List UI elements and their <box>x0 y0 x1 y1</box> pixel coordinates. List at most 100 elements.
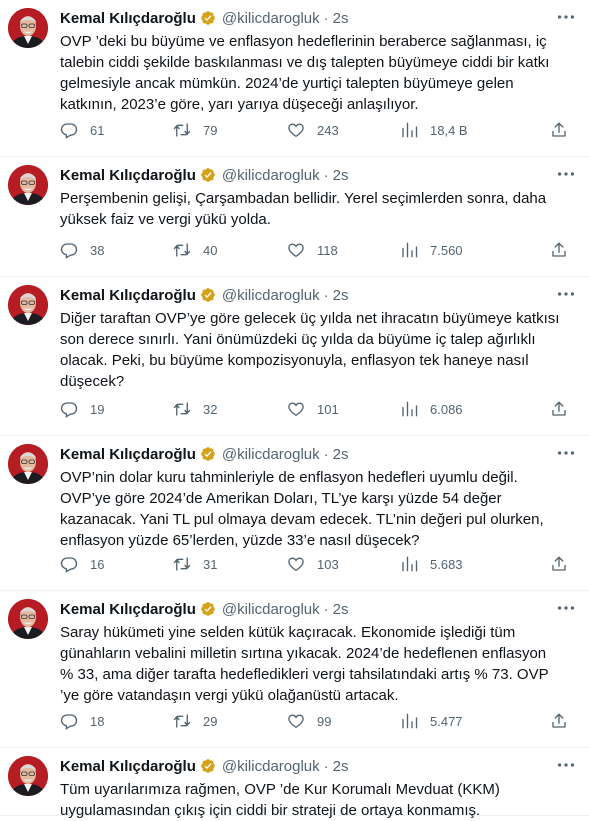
views-button[interactable]: 18,4 B <box>400 120 468 140</box>
reply-button[interactable]: 61 <box>60 120 104 140</box>
like-button[interactable]: 101 <box>287 399 339 419</box>
tweet-header: Kemal Kılıçdaroğlu @kilicdarogluk · 2s <box>60 444 348 464</box>
separator-dot: · <box>323 445 329 463</box>
retweet-icon <box>173 402 191 416</box>
separator-dot: · <box>323 9 329 27</box>
separator-dot: · <box>323 166 329 184</box>
views-button[interactable]: 5.683 <box>400 554 463 574</box>
share-icon[interactable] <box>550 554 568 574</box>
views-count: 5.477 <box>430 713 463 729</box>
separator-dot: · <box>323 757 329 775</box>
more-options-icon[interactable] <box>555 163 577 185</box>
author-handle[interactable]: @kilicdarogluk <box>222 287 320 304</box>
retweet-icon <box>173 243 191 257</box>
views-icon <box>402 556 418 572</box>
reply-icon <box>60 243 78 259</box>
retweet-button[interactable]: 31 <box>173 554 217 574</box>
more-options-icon[interactable] <box>555 754 577 776</box>
retweet-button[interactable]: 79 <box>173 120 217 140</box>
tweet-actions: 38 40 118 7.560 <box>60 240 575 260</box>
tweet-time[interactable]: 2s <box>333 446 349 463</box>
tweet-actions: 18 29 99 5.477 <box>60 711 575 731</box>
views-button[interactable]: 7.560 <box>400 240 463 260</box>
avatar[interactable] <box>8 599 48 639</box>
reply-count: 38 <box>90 242 105 258</box>
tweet-time[interactable]: 2s <box>333 167 349 184</box>
more-options-icon[interactable] <box>555 283 577 305</box>
reply-button[interactable]: 38 <box>60 240 104 260</box>
author-handle[interactable]: @kilicdarogluk <box>222 167 320 184</box>
retweet-icon <box>173 123 191 137</box>
share-icon[interactable] <box>550 711 568 731</box>
author-name[interactable]: Kemal Kılıçdaroğlu <box>60 167 196 184</box>
tweet-actions: 61 79 243 18,4 B <box>60 120 575 140</box>
author-handle[interactable]: @kilicdarogluk <box>222 10 320 27</box>
more-options-icon[interactable] <box>555 6 577 28</box>
author-name[interactable]: Kemal Kılıçdaroğlu <box>60 601 196 618</box>
like-count: 243 <box>317 122 339 138</box>
retweet-count: 79 <box>203 122 218 138</box>
retweet-count: 40 <box>203 242 218 258</box>
like-button[interactable]: 99 <box>287 711 331 731</box>
separator-dot: · <box>323 600 329 618</box>
author-name[interactable]: Kemal Kılıçdaroğlu <box>60 10 196 27</box>
reply-button[interactable]: 16 <box>60 554 104 574</box>
author-handle[interactable]: @kilicdarogluk <box>222 601 320 618</box>
avatar[interactable] <box>8 285 48 325</box>
retweet-button[interactable]: 40 <box>173 240 217 260</box>
share-icon[interactable] <box>550 240 568 260</box>
author-name[interactable]: Kemal Kılıçdaroğlu <box>60 446 196 463</box>
views-count: 7.560 <box>430 242 463 258</box>
like-count: 103 <box>317 556 339 572</box>
tweet-time[interactable]: 2s <box>333 10 349 27</box>
reply-button[interactable]: 18 <box>60 711 104 731</box>
tweet[interactable]: Kemal Kılıçdaroğlu @kilicdarogluk · 2s T… <box>0 748 589 819</box>
tweet[interactable]: Kemal Kılıçdaroğlu @kilicdarogluk · 2s D… <box>0 277 589 436</box>
tweet-time[interactable]: 2s <box>333 287 349 304</box>
avatar[interactable] <box>8 444 48 484</box>
reply-button[interactable]: 19 <box>60 399 104 419</box>
views-button[interactable]: 5.477 <box>400 711 463 731</box>
tweet-text: Diğer taraftan OVP’ye göre gelecek üç yı… <box>60 310 560 390</box>
tweet[interactable]: Kemal Kılıçdaroğlu @kilicdarogluk · 2s P… <box>0 157 589 277</box>
tweet[interactable]: Kemal Kılıçdaroğlu @kilicdarogluk · 2s O… <box>0 436 589 591</box>
author-handle[interactable]: @kilicdarogluk <box>222 446 320 463</box>
like-icon <box>288 557 304 572</box>
views-count: 6.086 <box>430 401 463 417</box>
avatar[interactable] <box>8 8 48 48</box>
avatar[interactable] <box>8 165 48 205</box>
tweet[interactable]: Kemal Kılıçdaroğlu @kilicdarogluk · 2s S… <box>0 591 589 748</box>
like-icon <box>288 243 304 258</box>
tweet-text: Saray hükümeti yine selden kütük kaçırac… <box>60 624 549 704</box>
author-name[interactable]: Kemal Kılıçdaroğlu <box>60 287 196 304</box>
verified-badge-icon <box>201 602 215 616</box>
tweet-time[interactable]: 2s <box>333 601 349 618</box>
reply-icon <box>60 402 78 418</box>
views-button[interactable]: 6.086 <box>400 399 463 419</box>
share-icon[interactable] <box>550 120 568 140</box>
like-count: 118 <box>317 242 338 258</box>
more-options-icon[interactable] <box>555 442 577 464</box>
retweet-button[interactable]: 29 <box>173 711 217 731</box>
views-icon <box>402 401 418 417</box>
avatar[interactable] <box>8 756 48 796</box>
share-icon[interactable] <box>550 399 568 419</box>
tweet-actions: 19 32 101 6.086 <box>60 399 575 419</box>
retweet-icon <box>173 557 191 571</box>
tweet-time[interactable]: 2s <box>333 758 349 775</box>
retweet-icon <box>173 714 191 728</box>
reply-icon <box>60 714 78 730</box>
reply-count: 18 <box>90 713 105 729</box>
like-button[interactable]: 103 <box>287 554 339 574</box>
like-button[interactable]: 243 <box>287 120 339 140</box>
retweet-button[interactable]: 32 <box>173 399 217 419</box>
like-button[interactable]: 118 <box>287 240 338 260</box>
author-name[interactable]: Kemal Kılıçdaroğlu <box>60 758 196 775</box>
tweet-text: Perşembenin gelişi, Çarşambadan bellidir… <box>60 190 547 228</box>
like-count: 99 <box>317 713 332 729</box>
more-options-icon[interactable] <box>555 597 577 619</box>
author-handle[interactable]: @kilicdarogluk <box>222 758 320 775</box>
tweet[interactable]: Kemal Kılıçdaroğlu @kilicdarogluk · 2s O… <box>0 0 589 157</box>
views-count: 5.683 <box>430 556 463 572</box>
like-icon <box>288 714 304 729</box>
